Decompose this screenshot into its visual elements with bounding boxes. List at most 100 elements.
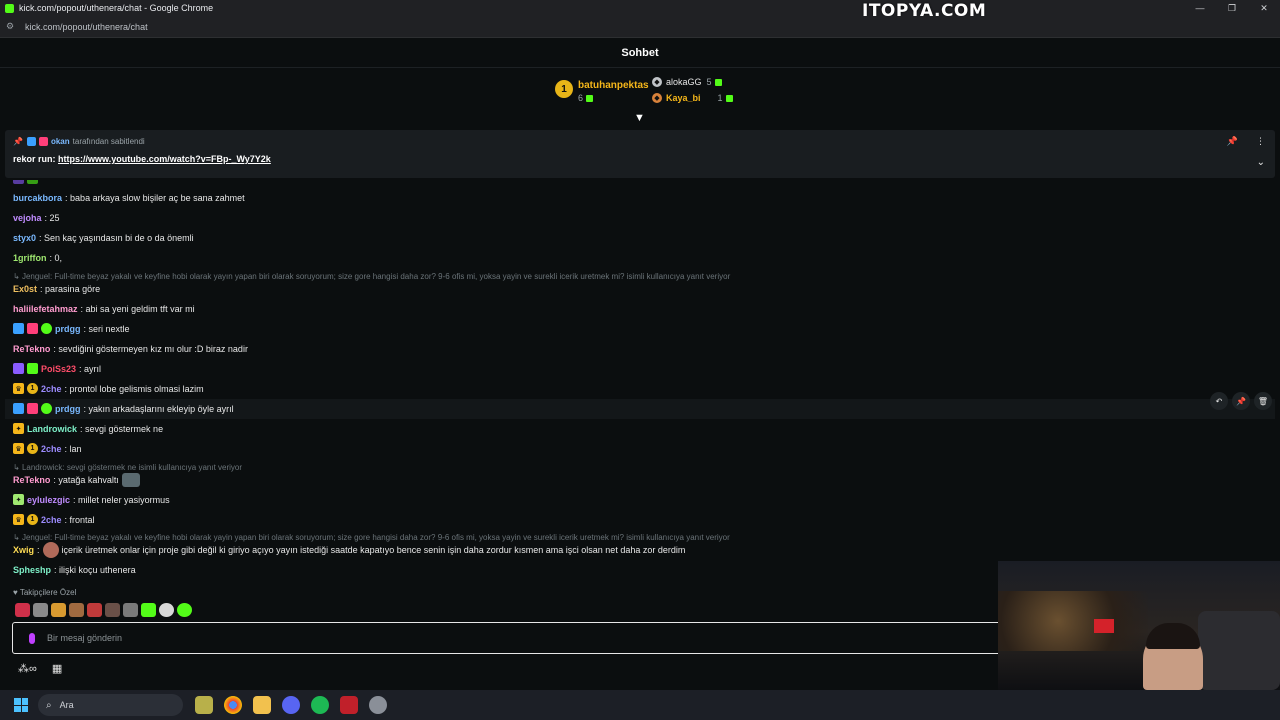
restore-button[interactable]: ❐ <box>1216 0 1248 16</box>
message-username[interactable]: ReTekno <box>13 344 50 354</box>
emote-icon[interactable] <box>105 603 120 617</box>
chat-message[interactable]: ♛ 1 2che: lan <box>13 443 82 454</box>
chat-message[interactable]: burcakbora: baba arkaya slow bişiler aç … <box>13 193 245 203</box>
message-username[interactable]: styx0 <box>13 233 36 243</box>
emote-icon[interactable] <box>15 603 30 617</box>
emote-picker-icon[interactable]: ⁂∞ <box>18 662 37 675</box>
chat-message[interactable]: PoiSs23: ayrıl <box>13 363 101 374</box>
monitor-app-icon[interactable] <box>340 696 358 714</box>
sub-badge-icon <box>13 363 24 374</box>
message-username[interactable]: 2che <box>41 515 62 525</box>
url-text[interactable]: kick.com/popout/uthenera/chat <box>25 22 148 32</box>
message-username[interactable]: ReTekno <box>13 475 50 485</box>
message-colon: : <box>37 545 40 555</box>
message-username[interactable]: eylulezgic <box>27 495 70 505</box>
leader-first[interactable]: 1 batuhanpektas 6 <box>555 80 649 103</box>
message-username[interactable]: 2che <box>41 384 62 394</box>
reply-context: ↳ Jenguel: Full-time beyaz yakalı ve key… <box>13 533 730 542</box>
chat-message[interactable]: ✦ eylulezgic: millet neler yasiyormus <box>13 494 170 505</box>
message-text: : 25 <box>44 213 60 223</box>
emote-icon[interactable] <box>159 603 174 617</box>
unpin-icon[interactable]: 📌 <box>1227 136 1238 147</box>
windows-taskbar: ⌕ Ara <box>0 690 1280 720</box>
message-username[interactable]: Ex0st <box>13 284 37 294</box>
message-username[interactable]: Landrowick <box>27 424 77 434</box>
more-options-icon[interactable]: ⋮ <box>1256 136 1265 147</box>
message-username[interactable]: prdgg <box>55 324 81 334</box>
message-content: içerik üretmek onlar için proje gibi değ… <box>61 545 686 555</box>
chat-message[interactable]: ♛ 1 2che: prontol lobe gelismis olmasi l… <box>13 383 204 394</box>
pin-message-icon[interactable]: 📌 <box>1232 392 1250 410</box>
reply-icon[interactable]: ↶ <box>1210 392 1228 410</box>
chat-message[interactable]: Spheshp: ilişki koçu uthenera <box>13 565 136 575</box>
spotify-icon[interactable] <box>311 696 329 714</box>
browser-titlebar: kick.com/popout/uthenera/chat - Google C… <box>0 0 1280 16</box>
chat-message[interactable]: ✦ Landrowick: sevgi göstermek ne <box>13 423 163 434</box>
delete-icon[interactable]: 🗑 <box>1254 392 1272 410</box>
pinned-header: 📌 okan tarafından sabitlendi <box>13 137 145 146</box>
reply-context: ↳ Jenguel: Full-time beyaz yakalı ve key… <box>13 272 730 281</box>
message-username[interactable]: vejoha <box>13 213 42 223</box>
chat-message[interactable]: ♛ 1 2che: frontal <box>13 514 95 525</box>
message-content: yatağa kahvaltı <box>58 475 119 485</box>
chat-message[interactable]: Xwig: içerik üretmek onlar için proje gi… <box>13 542 685 558</box>
chat-message[interactable]: haliilefetahmaz: abi sa yeni geldim tft … <box>13 304 195 314</box>
leader-third-name[interactable]: Kaya_bi <box>666 93 701 103</box>
pinned-by-user[interactable]: okan <box>51 137 70 146</box>
chat-message[interactable]: prdgg: yakın arkadaşlarını ekleyip öyle … <box>13 403 234 414</box>
gifter-rank-badge-icon: 1 <box>27 514 38 525</box>
widget-icon[interactable] <box>195 696 213 714</box>
chat-message[interactable]: Ex0st: parasina göre <box>13 284 100 294</box>
message-username[interactable]: 2che <box>41 444 62 454</box>
emote-icon[interactable] <box>51 603 66 617</box>
discord-icon[interactable] <box>282 696 300 714</box>
site-settings-icon[interactable]: ⚙ <box>6 21 20 32</box>
message-username[interactable]: prdgg <box>55 404 81 414</box>
message-username[interactable]: burcakbora <box>13 193 62 203</box>
chat-message[interactable]: ReTekno: yatağa kahvaltı <box>13 473 140 487</box>
store-icon[interactable]: ▦ <box>52 662 62 675</box>
scroll-to-bottom-icon[interactable]: ▼ <box>634 112 645 124</box>
leader-second-count: 5 <box>706 77 712 87</box>
close-button[interactable]: ✕ <box>1248 0 1280 16</box>
message-username[interactable]: Spheshp <box>13 565 51 575</box>
obs-icon[interactable] <box>369 696 387 714</box>
emote-icon[interactable] <box>87 603 102 617</box>
taskbar-search[interactable]: ⌕ Ara <box>38 694 183 716</box>
pin-icon: 📌 <box>13 137 23 146</box>
chrome-icon[interactable] <box>224 696 242 714</box>
emote-icon[interactable] <box>69 603 84 617</box>
leader-second-name[interactable]: alokaGG <box>666 77 702 87</box>
message-username[interactable]: PoiSs23 <box>41 364 76 374</box>
emote-icon[interactable] <box>121 473 140 487</box>
pinned-link[interactable]: https://www.youtube.com/watch?v=FBp-_Wy7… <box>58 154 271 164</box>
chat-message[interactable]: styx0: Sen kaç yaşındasın bi de o da öne… <box>13 233 194 243</box>
windows-start-icon[interactable] <box>14 698 28 712</box>
emote-icon[interactable] <box>141 603 156 617</box>
microphone-icon[interactable] <box>29 632 35 644</box>
emote-icon[interactable] <box>42 542 59 558</box>
chevron-down-icon[interactable]: ⌄ <box>1257 157 1265 168</box>
chat-message[interactable]: 1griffon: 0, <box>13 253 62 263</box>
gift-leaderboard: 1 batuhanpektas 6 ◆ alokaGG 5 ◆ Kaya_bi … <box>0 69 1280 128</box>
followers-only-text: Takipçilere Özel <box>19 588 77 597</box>
message-username[interactable]: 1griffon <box>13 253 47 263</box>
file-explorer-icon[interactable] <box>253 696 271 714</box>
message-username[interactable]: Xwig <box>13 545 34 555</box>
leader-third[interactable]: ◆ Kaya_bi 1 <box>652 93 733 103</box>
chat-input-box[interactable] <box>12 622 1002 654</box>
leader-first-name[interactable]: batuhanpektas <box>578 80 649 91</box>
chat-message[interactable]: ReTekno: sevdiğini göstermeyen kız mı ol… <box>13 344 248 354</box>
message-username[interactable]: haliilefetahmaz <box>13 304 78 314</box>
emote-icon[interactable] <box>33 603 48 617</box>
message-input[interactable] <box>47 633 947 643</box>
chat-message[interactable]: prdgg: seri nextle <box>13 323 130 334</box>
chat-message[interactable]: vejoha: 25 <box>13 213 60 223</box>
minimize-button[interactable]: — <box>1184 0 1216 16</box>
address-bar[interactable]: ⚙ kick.com/popout/uthenera/chat <box>0 16 1280 38</box>
reply-text: Jenguel: Full-time beyaz yakalı ve keyfi… <box>21 533 730 542</box>
emote-icon[interactable] <box>177 603 192 617</box>
emote-icon[interactable] <box>123 603 138 617</box>
window-controls: — ❐ ✕ <box>1184 0 1280 16</box>
leader-second[interactable]: ◆ alokaGG 5 <box>652 77 722 87</box>
